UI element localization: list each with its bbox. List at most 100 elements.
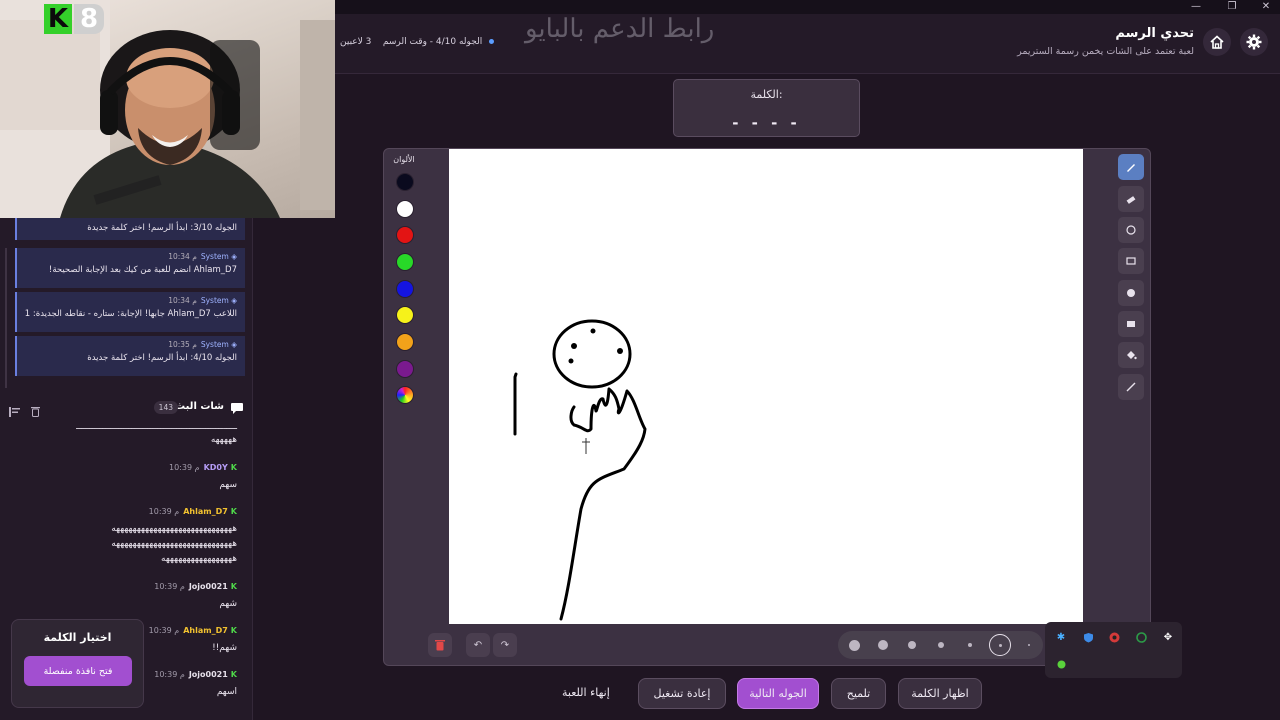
- brush-size-5[interactable]: [959, 634, 981, 656]
- fill-tool[interactable]: [1118, 342, 1144, 368]
- filled-circle-icon: [1127, 289, 1135, 297]
- line-icon: [1126, 382, 1136, 392]
- brush-size-2[interactable]: [872, 634, 894, 656]
- hint-button[interactable]: تلميح: [831, 678, 886, 709]
- system-message-text: Ahlam_D7 انضم للعبة من كيك بعد الإجابة ا…: [48, 265, 237, 275]
- color-swatch-purple[interactable]: [396, 360, 414, 378]
- home-icon: [1210, 35, 1224, 49]
- eraser-icon: [1126, 196, 1136, 204]
- nvidia-icon[interactable]: [1134, 630, 1148, 644]
- clear-canvas-button[interactable]: [428, 633, 452, 657]
- restore-button[interactable]: ❐: [1221, 0, 1243, 14]
- logo-k: K: [44, 4, 72, 34]
- home-button[interactable]: [1203, 28, 1231, 56]
- round-label: الجوله 4/10 - وقت الرسم: [382, 37, 483, 47]
- color-swatch-green[interactable]: [396, 253, 414, 271]
- pencil-tool[interactable]: [1118, 154, 1144, 180]
- word-label: الكلمة:: [750, 88, 783, 101]
- brush-size-6[interactable]: [989, 634, 1011, 656]
- show-word-button[interactable]: اظهار الكلمة: [898, 678, 982, 709]
- status-dot: [489, 39, 495, 44]
- word-picker-title: اختيار الكلمة: [43, 631, 112, 644]
- players-count: 3 لاعبين: [340, 37, 372, 47]
- tools-panel: [1113, 149, 1149, 409]
- restart-button[interactable]: إعادة تشغيل: [638, 678, 726, 709]
- gamepad-icon[interactable]: ✥: [1161, 630, 1175, 644]
- canvas-drawing: [513, 319, 647, 621]
- color-swatch-red[interactable]: [396, 226, 414, 244]
- custom-color-picker[interactable]: [396, 386, 414, 404]
- system-tray-popup: ✱ ✥: [1045, 622, 1182, 678]
- shield-icon: ◈: [231, 252, 237, 261]
- chat-message-line: هههههههههههههههههههههههههههههه: [111, 539, 237, 549]
- app-subtitle: لعبة تعتمد على الشات يخمن رسمة الستريمر: [1017, 46, 1194, 57]
- line-tool[interactable]: [1118, 374, 1144, 400]
- color-swatch-blue[interactable]: [396, 280, 414, 298]
- trash-icon: [31, 407, 40, 417]
- gear-icon: [1246, 34, 1262, 50]
- filled-rectangle-icon: [1127, 321, 1135, 327]
- system-message-header: 10:34 م System ◈: [168, 252, 237, 261]
- chat-count-badge: 143: [153, 401, 178, 414]
- round-info: الجوله 4/10 - وقت الرسم 3 لاعبين: [340, 37, 495, 47]
- pencil-icon: [1127, 164, 1135, 172]
- webcam-overlay: K 8: [0, 0, 335, 218]
- logo-8: 8: [74, 4, 104, 34]
- trash-icon: [435, 640, 445, 651]
- next-round-button[interactable]: الجوله التالية: [737, 678, 819, 709]
- circle-tool[interactable]: [1118, 217, 1144, 243]
- chat-message-line: اسهم: [216, 687, 237, 697]
- system-message-header: 10:34 م System ◈: [168, 296, 237, 305]
- undo-button[interactable]: ↶: [466, 633, 490, 657]
- list-icon: [9, 407, 20, 417]
- chat-menu-button[interactable]: [9, 402, 20, 421]
- color-swatch-black[interactable]: [396, 173, 414, 191]
- system-scrollbar[interactable]: [5, 248, 7, 388]
- shield-icon: ◈: [231, 340, 237, 349]
- minimize-button[interactable]: —: [1185, 0, 1207, 14]
- system-message: 10:34 م System ◈ اللاعب Ahlam_D7 جابها! ا…: [15, 292, 245, 332]
- chat-message-line: هههههههههههههههههه: [161, 554, 237, 564]
- chat-username: 10:39 م Ahlam_D7 K: [148, 507, 237, 516]
- rectangle-tool[interactable]: [1118, 248, 1144, 274]
- brush-size-7[interactable]: [1018, 634, 1040, 656]
- chat-message-line: ــــــــــــــــــــــــــــــــــــــــ…: [76, 422, 237, 432]
- clear-chat-button[interactable]: [31, 402, 40, 421]
- drawing-canvas[interactable]: [449, 149, 1083, 624]
- end-game-button[interactable]: إنهاء اللعبة: [562, 686, 610, 699]
- brush-size-selector: [838, 631, 1043, 659]
- system-message: الجوله 3/10: ابدأ الرسم! اختر كلمة جديدة: [15, 218, 245, 240]
- app-title: تحدي الرسم: [1115, 26, 1194, 41]
- chat-title: شات البث: [175, 401, 224, 412]
- brush-size-3[interactable]: [901, 634, 923, 656]
- settings-button[interactable]: [1240, 28, 1268, 56]
- eraser-tool[interactable]: [1118, 186, 1144, 212]
- chat-message-line: سهم: [219, 480, 237, 490]
- razer-icon[interactable]: [1054, 657, 1068, 671]
- kick-badge-icon: K: [230, 582, 237, 591]
- system-message-text: اللاعب Ahlam_D7 جابها! الإجابة: ستاره - …: [24, 309, 237, 319]
- defender-icon[interactable]: [1081, 630, 1095, 644]
- redo-button[interactable]: ↷: [493, 633, 517, 657]
- color-swatch-yellow[interactable]: [396, 306, 414, 324]
- system-message-header: 10:35 م System ◈: [168, 340, 237, 349]
- filled-rectangle-tool[interactable]: [1118, 311, 1144, 337]
- chat-message-line: شهم: [219, 599, 237, 609]
- bluetooth-icon[interactable]: ✱: [1054, 630, 1068, 644]
- color-swatch-orange[interactable]: [396, 333, 414, 351]
- chat-username: 10:39 م Jojo0021 K: [154, 582, 237, 591]
- system-message: 10:35 م System ◈ الجوله 4/10: ابدأ الرسم!…: [15, 336, 245, 376]
- filled-circle-tool[interactable]: [1118, 280, 1144, 306]
- brush-size-4[interactable]: [930, 634, 952, 656]
- app-tray-icon[interactable]: [1107, 630, 1121, 644]
- fill-bucket-icon: [1127, 351, 1137, 360]
- kick-badge-icon: K: [230, 670, 237, 679]
- shield-icon: ◈: [231, 296, 237, 305]
- open-window-button[interactable]: فتح نافذة منفصلة: [24, 656, 132, 686]
- close-button[interactable]: ✕: [1255, 0, 1277, 14]
- title-bar: [335, 0, 1280, 14]
- palette-title: الألوان: [393, 155, 415, 164]
- color-swatch-white[interactable]: [396, 200, 414, 218]
- word-picker-card: اختيار الكلمة فتح نافذة منفصلة: [11, 619, 144, 708]
- brush-size-1[interactable]: [843, 634, 865, 656]
